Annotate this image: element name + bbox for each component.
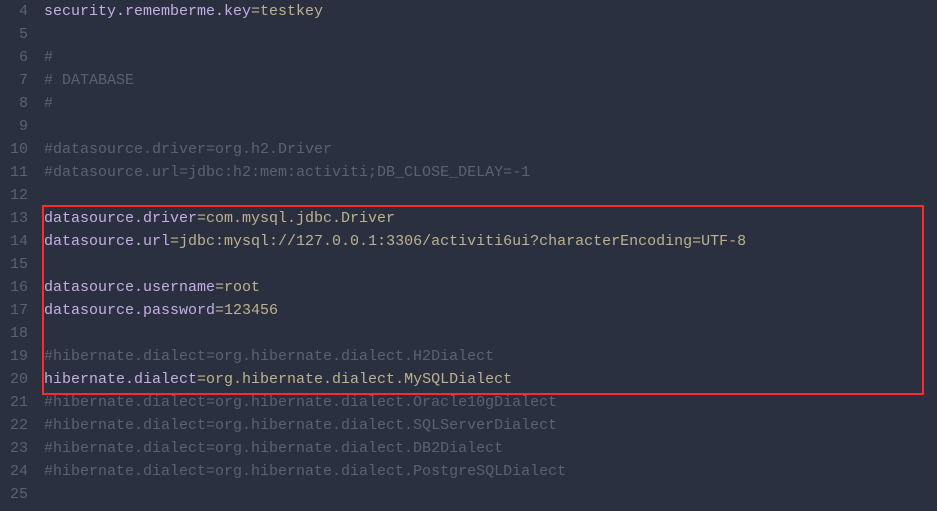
- line-number: 8: [6, 92, 28, 115]
- code-line[interactable]: #hibernate.dialect=org.hibernate.dialect…: [44, 414, 937, 437]
- code-token: security.rememberme.key: [44, 3, 251, 20]
- code-line[interactable]: hibernate.dialect=org.hibernate.dialect.…: [44, 368, 937, 391]
- code-token: =org.hibernate.dialect.MySQLDialect: [197, 371, 512, 388]
- line-number: 23: [6, 437, 28, 460]
- code-token: #hibernate.dialect=org.hibernate.dialect…: [44, 348, 494, 365]
- code-line[interactable]: #hibernate.dialect=org.hibernate.dialect…: [44, 345, 937, 368]
- line-number: 7: [6, 69, 28, 92]
- code-token: =com.mysql.jdbc.Driver: [197, 210, 395, 227]
- code-line[interactable]: datasource.url=jdbc:mysql://127.0.0.1:33…: [44, 230, 937, 253]
- code-token: #datasource.driver=org.h2.Driver: [44, 141, 332, 158]
- line-number: 15: [6, 253, 28, 276]
- code-token: #: [44, 95, 53, 112]
- line-number: 18: [6, 322, 28, 345]
- line-number: 17: [6, 299, 28, 322]
- code-line[interactable]: [44, 184, 937, 207]
- line-number: 25: [6, 483, 28, 506]
- line-number-gutter: 45678910111213141516171819202122232425: [0, 0, 38, 511]
- code-token: # DATABASE: [44, 72, 134, 89]
- line-number: 13: [6, 207, 28, 230]
- line-number: 5: [6, 23, 28, 46]
- code-line[interactable]: # DATABASE: [44, 69, 937, 92]
- line-number: 12: [6, 184, 28, 207]
- line-number: 20: [6, 368, 28, 391]
- line-number: 16: [6, 276, 28, 299]
- code-token: =root: [215, 279, 260, 296]
- code-token: #hibernate.dialect=org.hibernate.dialect…: [44, 417, 557, 434]
- code-editor[interactable]: 45678910111213141516171819202122232425 s…: [0, 0, 937, 511]
- code-token: datasource.username: [44, 279, 215, 296]
- code-line[interactable]: #: [44, 46, 937, 69]
- code-line[interactable]: #: [44, 92, 937, 115]
- code-line[interactable]: [44, 23, 937, 46]
- code-line[interactable]: #datasource.url=jdbc:h2:mem:activiti;DB_…: [44, 161, 937, 184]
- code-line[interactable]: security.rememberme.key=testkey: [44, 0, 937, 23]
- line-number: 14: [6, 230, 28, 253]
- code-line[interactable]: [44, 115, 937, 138]
- code-token: datasource.password: [44, 302, 215, 319]
- line-number: 22: [6, 414, 28, 437]
- line-number: 9: [6, 115, 28, 138]
- code-line[interactable]: datasource.username=root: [44, 276, 937, 299]
- code-line[interactable]: datasource.password=123456: [44, 299, 937, 322]
- code-token: datasource.url: [44, 233, 170, 250]
- code-token: datasource.driver: [44, 210, 197, 227]
- line-number: 4: [6, 0, 28, 23]
- code-token: =testkey: [251, 3, 323, 20]
- line-number: 24: [6, 460, 28, 483]
- code-line[interactable]: [44, 253, 937, 276]
- code-line[interactable]: [44, 483, 937, 506]
- code-token: #datasource.url=jdbc:h2:mem:activiti;DB_…: [44, 164, 530, 181]
- code-line[interactable]: #hibernate.dialect=org.hibernate.dialect…: [44, 391, 937, 414]
- line-number: 10: [6, 138, 28, 161]
- code-token: #: [44, 49, 53, 66]
- code-token: =jdbc:mysql://127.0.0.1:3306/activiti6ui…: [170, 233, 746, 250]
- line-number: 11: [6, 161, 28, 184]
- code-token: #hibernate.dialect=org.hibernate.dialect…: [44, 440, 503, 457]
- code-line[interactable]: datasource.driver=com.mysql.jdbc.Driver: [44, 207, 937, 230]
- line-number: 21: [6, 391, 28, 414]
- code-token: =123456: [215, 302, 278, 319]
- code-line[interactable]: #hibernate.dialect=org.hibernate.dialect…: [44, 460, 937, 483]
- code-line[interactable]: #datasource.driver=org.h2.Driver: [44, 138, 937, 161]
- line-number: 6: [6, 46, 28, 69]
- code-token: #hibernate.dialect=org.hibernate.dialect…: [44, 463, 566, 480]
- code-line[interactable]: #hibernate.dialect=org.hibernate.dialect…: [44, 437, 937, 460]
- line-number: 19: [6, 345, 28, 368]
- code-line[interactable]: [44, 322, 937, 345]
- code-token: #hibernate.dialect=org.hibernate.dialect…: [44, 394, 557, 411]
- code-area[interactable]: security.rememberme.key=testkey # # DATABA…: [38, 0, 937, 511]
- code-token: hibernate.dialect: [44, 371, 197, 388]
